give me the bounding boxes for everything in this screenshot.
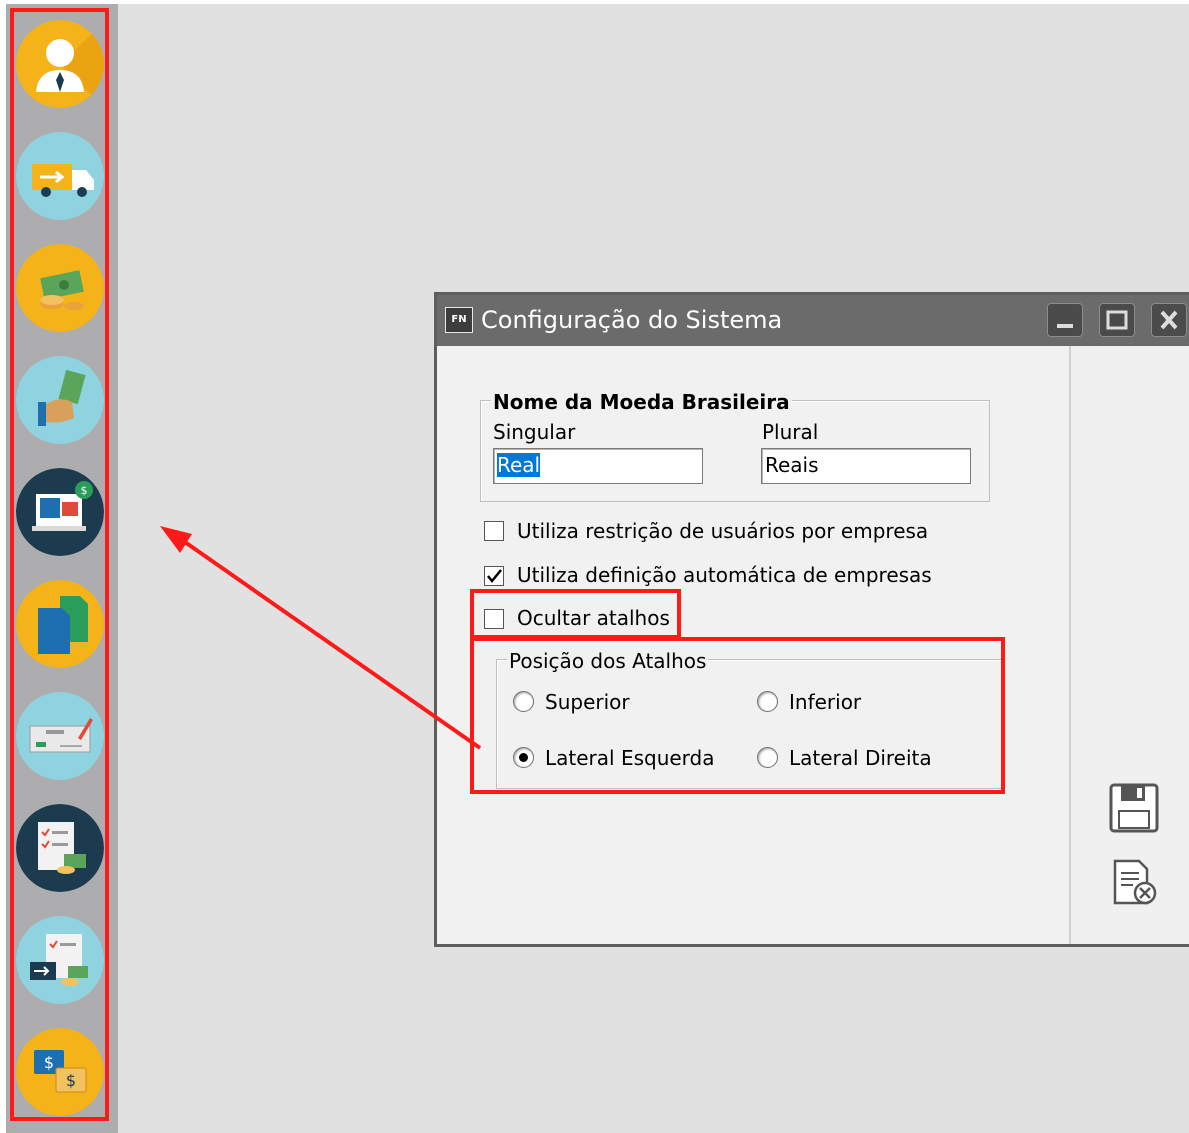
annotation-arrow: [160, 526, 482, 750]
